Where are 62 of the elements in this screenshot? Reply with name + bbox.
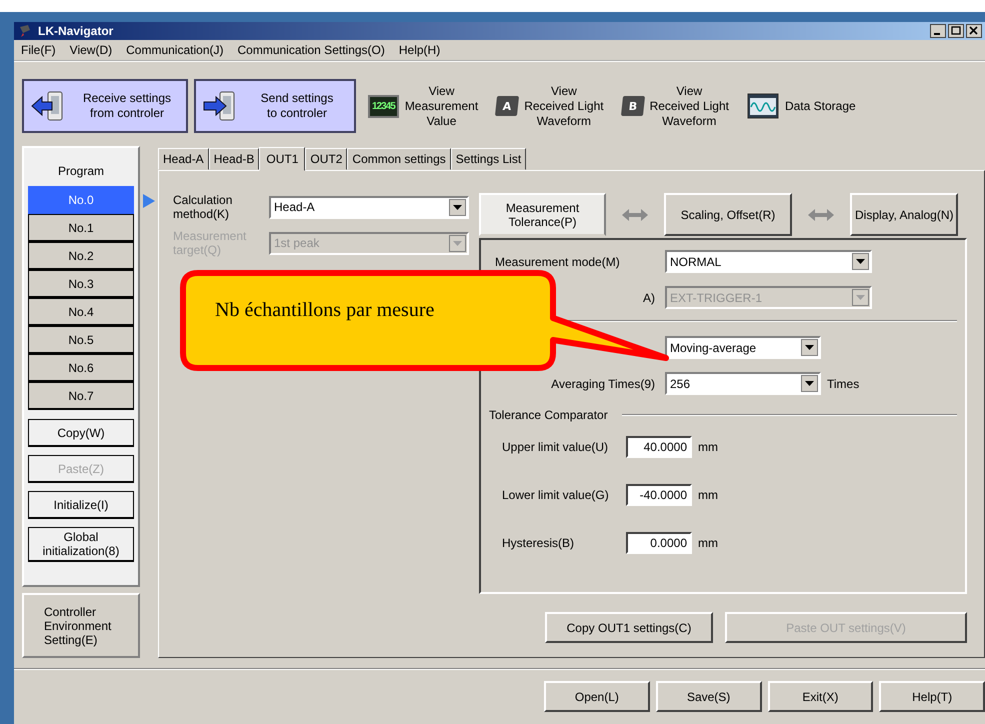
number-field[interactable]: 40.0000 [626, 436, 692, 458]
tab[interactable]: Settings List [450, 148, 526, 170]
toolbar-button[interactable]: Data Storage [740, 79, 862, 133]
unit-label: mm [697, 536, 718, 550]
toolbar-button[interactable]: Receive settings from controler [22, 79, 188, 133]
field-label: Upper limit value(U) [502, 440, 610, 454]
program-item[interactable]: No.6 [28, 354, 134, 382]
program-item[interactable]: No.7 [28, 382, 134, 410]
toolbar-button[interactable]: B View Received Light Waveform [616, 79, 735, 133]
tab[interactable]: OUT2 [305, 148, 348, 170]
window-title: LK-Navigator [38, 24, 114, 38]
environment-button[interactable]: Controller Environment Setting(E) [22, 593, 140, 658]
tab[interactable]: Common settings [347, 148, 451, 170]
field-label: Calculation method(K) [173, 193, 234, 221]
footer-button[interactable]: Open(L) [544, 681, 650, 712]
number-field[interactable]: -40.0000 [626, 484, 692, 506]
program-item[interactable]: No.2 [28, 242, 134, 270]
menu-item[interactable]: View(D) [68, 43, 114, 57]
panel-title: Program [56, 163, 105, 180]
footer-button[interactable]: Exit(X) [768, 681, 874, 712]
tab[interactable]: Head-B [208, 148, 260, 170]
action-button[interactable]: Initialize(I) [28, 491, 134, 519]
action-button[interactable]: Copy(W) [28, 419, 134, 447]
field-label: A) [642, 290, 656, 304]
program-item[interactable]: No.5 [28, 326, 134, 354]
tab[interactable]: Head-A [158, 148, 209, 170]
menu-item[interactable]: Communication(J) [125, 43, 224, 57]
section-button[interactable]: Display, Analog(N) [850, 193, 958, 236]
field-label: Hysteresis(B) [502, 536, 576, 550]
toolbar-button[interactable]: 12345 View Measurement Value [362, 79, 484, 133]
toolbar-button[interactable]: Send settings to controler [194, 79, 356, 133]
program-item[interactable]: No.0 [28, 186, 134, 214]
settings-button[interactable]: Copy OUT1 settings(C) [545, 612, 713, 643]
field-label: Lower limit value(G) [502, 488, 610, 502]
dropdown[interactable]: NORMAL [665, 250, 872, 273]
dropdown[interactable]: 256 [665, 372, 821, 395]
unit-label: Times [826, 376, 860, 390]
menu-item[interactable]: File(F) [20, 43, 57, 57]
unit-label: mm [697, 488, 718, 502]
toolbar-button[interactable]: A View Received Light Waveform [490, 79, 610, 133]
section-button[interactable]: Measurement Tolerance(P) [479, 193, 606, 236]
tab[interactable]: OUT1 [259, 147, 306, 171]
program-item[interactable]: No.4 [28, 298, 134, 326]
number-field[interactable]: 0.0000 [626, 532, 692, 554]
footer-button[interactable]: Help(T) [879, 681, 985, 712]
field-label: Measurement mode(M) [495, 254, 621, 268]
menu-item[interactable]: Help(H) [398, 43, 442, 57]
menu-item[interactable]: Communication Settings(O) [236, 43, 386, 57]
footer-button[interactable]: Save(S) [656, 681, 762, 712]
dropdown[interactable]: Head-A [269, 196, 469, 218]
sensor-head-icon: A [495, 96, 520, 116]
unit-label: mm [697, 440, 718, 454]
dropdown[interactable]: Moving-average [665, 336, 821, 359]
callout-text: Nb échantillons par mesure [215, 299, 434, 322]
group-title: Tolerance Comparator [489, 408, 608, 422]
counter-icon: 12345 [368, 94, 399, 118]
program-item[interactable]: No.1 [28, 214, 134, 242]
program-item[interactable]: No.3 [28, 270, 134, 298]
action-button[interactable]: Global initialization(8) [28, 527, 134, 562]
section-button[interactable]: Scaling, Offset(R) [664, 193, 792, 236]
field-label: Averaging Times(9) [550, 376, 656, 390]
sensor-head-icon: B [620, 96, 645, 116]
